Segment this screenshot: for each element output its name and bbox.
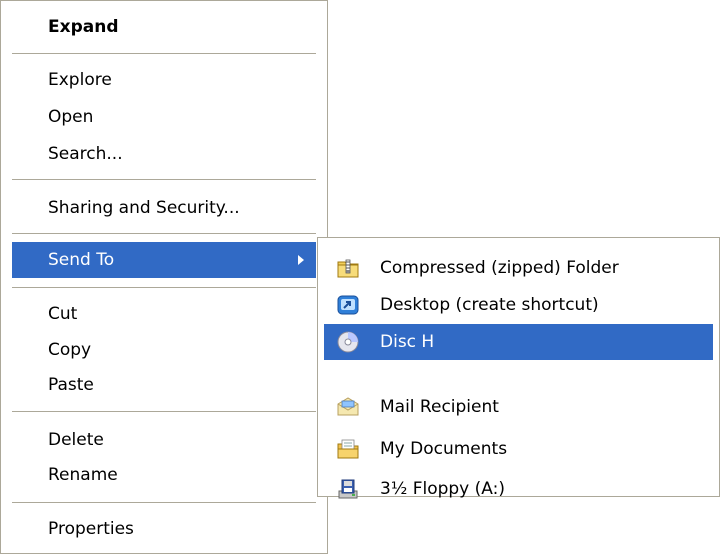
menu-item-sharing-and-security[interactable]: Sharing and Security...: [12, 190, 316, 226]
menu-separator: [12, 179, 316, 180]
zipped-folder-icon: [337, 259, 359, 278]
submenu-item-label: 3½ Floppy (A:): [380, 479, 505, 499]
menu-item-paste[interactable]: Paste: [12, 367, 316, 403]
menu-item-send-to[interactable]: Send To: [12, 242, 316, 278]
menu-item-properties[interactable]: Properties: [12, 511, 316, 547]
menu-separator: [12, 287, 316, 288]
menu-item-label: Search...: [48, 144, 123, 164]
submenu-item-desktop-shortcut[interactable]: Desktop (create shortcut): [324, 287, 713, 323]
menu-separator: [12, 411, 316, 412]
menu-separator: [12, 233, 316, 234]
menu-item-label: Rename: [48, 465, 118, 485]
menu-item-label: Copy: [48, 340, 92, 360]
submenu-item-my-documents[interactable]: My Documents: [324, 431, 713, 467]
cd-disc-icon: [337, 331, 359, 353]
floppy-drive-icon: [338, 479, 358, 499]
menu-item-label: Delete: [48, 430, 104, 450]
menu-item-expand[interactable]: Expand: [12, 9, 316, 45]
submenu-item-label: Disc H: [380, 332, 435, 352]
menu-item-rename[interactable]: Rename: [12, 457, 316, 493]
desktop-shortcut-icon: [337, 295, 359, 315]
menu-item-copy[interactable]: Copy: [12, 332, 316, 368]
submenu-arrow-icon: [298, 255, 304, 265]
menu-item-label: Properties: [48, 519, 134, 539]
submenu-item-label: Desktop (create shortcut): [380, 295, 599, 315]
menu-item-cut[interactable]: Cut: [12, 296, 316, 332]
menu-item-label: Open: [48, 107, 94, 127]
menu-item-label: Cut: [48, 304, 78, 324]
menu-item-label: Send To: [48, 250, 115, 270]
menu-item-search[interactable]: Search...: [12, 136, 316, 172]
menu-item-label: Explore: [48, 70, 112, 90]
submenu-item-disc-h[interactable]: Disc H: [324, 324, 713, 360]
my-documents-icon: [337, 439, 359, 459]
menu-item-explore[interactable]: Explore: [12, 62, 316, 98]
send-to-submenu: Compressed (zipped) Folder Desktop (crea…: [317, 237, 720, 499]
submenu-item-floppy-drive[interactable]: 3½ Floppy (A:): [324, 471, 713, 507]
submenu-item-compressed-folder[interactable]: Compressed (zipped) Folder: [324, 250, 713, 286]
mail-recipient-icon: [337, 397, 359, 416]
menu-separator: [12, 502, 316, 503]
submenu-item-mail-recipient[interactable]: Mail Recipient: [324, 389, 713, 425]
menu-separator: [12, 53, 316, 54]
submenu-item-label: My Documents: [380, 439, 508, 459]
context-menu: Expand Explore Open Search... Sharing an…: [0, 0, 328, 554]
menu-item-delete[interactable]: Delete: [12, 422, 316, 458]
menu-item-open[interactable]: Open: [12, 99, 316, 135]
submenu-item-label: Mail Recipient: [380, 397, 499, 417]
menu-item-label: Sharing and Security...: [48, 198, 240, 218]
submenu-item-label: Compressed (zipped) Folder: [380, 258, 619, 278]
menu-item-label: Expand: [48, 17, 119, 37]
menu-item-label: Paste: [48, 375, 94, 395]
